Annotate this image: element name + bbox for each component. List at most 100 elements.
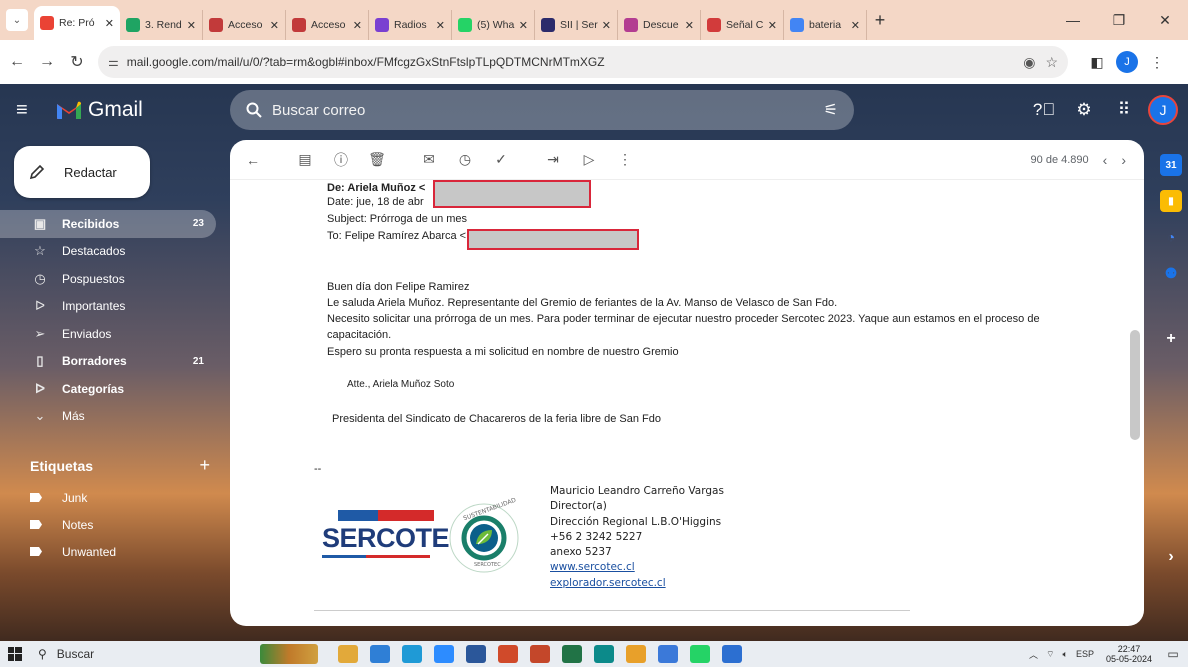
contacts-icon[interactable]: ⚉ bbox=[1160, 262, 1182, 284]
pdf-icon[interactable] bbox=[498, 645, 518, 663]
mark-unread-icon[interactable]: ✉ bbox=[416, 147, 442, 173]
add-task-icon[interactable]: ✓ bbox=[488, 147, 514, 173]
sidebar-item-más[interactable]: ⌄ Más bbox=[0, 403, 216, 431]
apps-grid-icon[interactable]: ⠿ bbox=[1104, 92, 1144, 128]
next-page-icon[interactable]: › bbox=[1121, 152, 1126, 168]
snooze-icon[interactable]: ◷ bbox=[452, 147, 478, 173]
site-info-icon[interactable]: ⚌ bbox=[108, 55, 119, 69]
store-icon[interactable] bbox=[370, 645, 390, 663]
clock[interactable]: 22:47 05-05-2024 bbox=[1106, 644, 1152, 664]
more-options-icon[interactable]: ⋮ bbox=[612, 147, 638, 173]
network-icon[interactable]: ⌔ bbox=[1046, 649, 1054, 660]
close-tab-icon[interactable]: ✕ bbox=[353, 19, 362, 32]
prev-page-icon[interactable]: ‹ bbox=[1103, 152, 1108, 168]
label-item-junk[interactable]: Junk bbox=[0, 484, 216, 511]
browser-menu-icon[interactable]: ⋮ bbox=[1142, 47, 1172, 77]
reload-button[interactable]: ↻ bbox=[64, 49, 90, 75]
photos-icon[interactable] bbox=[722, 645, 742, 663]
browser-tab[interactable]: Radios ✕ bbox=[369, 10, 452, 40]
sidebar-item-categorías[interactable]: ᐅ Categorías bbox=[0, 375, 216, 403]
sidebar-item-enviados[interactable]: ➢ Enviados bbox=[0, 320, 216, 348]
sidebar-item-importantes[interactable]: ᐅ Importantes bbox=[0, 293, 216, 321]
message-scrollbar[interactable] bbox=[1130, 330, 1140, 440]
new-tab-button[interactable]: + bbox=[867, 10, 893, 31]
close-tab-icon[interactable]: ✕ bbox=[768, 19, 777, 32]
close-tab-icon[interactable]: ✕ bbox=[602, 19, 611, 32]
tasks-icon[interactable]: ◔ bbox=[1160, 226, 1182, 248]
close-tab-icon[interactable]: ✕ bbox=[851, 19, 860, 32]
browser-tab[interactable]: Acceso ✕ bbox=[286, 10, 369, 40]
explorador-link[interactable]: explorador.sercotec.cl bbox=[550, 576, 724, 591]
edge-icon[interactable] bbox=[402, 645, 422, 663]
search-options-icon[interactable]: ⚟ bbox=[824, 100, 838, 120]
close-tab-icon[interactable]: ✕ bbox=[270, 19, 279, 32]
powerpoint-icon[interactable] bbox=[530, 645, 550, 663]
compose-button[interactable]: Redactar bbox=[14, 146, 150, 198]
search-icon[interactable] bbox=[246, 102, 262, 118]
whatsapp-icon[interactable] bbox=[690, 645, 710, 663]
browser-tab[interactable]: bateria ✕ bbox=[784, 10, 867, 40]
sidebar-item-pospuestos[interactable]: ◷ Pospuestos bbox=[0, 265, 216, 293]
add-addon-icon[interactable]: + bbox=[1160, 328, 1182, 350]
side-panel-icon[interactable]: ◧ bbox=[1082, 47, 1112, 77]
file-explorer-icon[interactable] bbox=[338, 645, 358, 663]
restore-button[interactable]: ❐ bbox=[1096, 0, 1142, 40]
browser-tab[interactable]: Descue ✕ bbox=[618, 10, 701, 40]
address-bar[interactable]: ⚌ mail.google.com/mail/u/0/?tab=rm&ogbl#… bbox=[98, 46, 1068, 78]
notifications-icon[interactable]: ▭ bbox=[1158, 647, 1188, 661]
browser-tab[interactable]: 3. Rend ✕ bbox=[120, 10, 203, 40]
label-item-notes[interactable]: Notes bbox=[0, 511, 216, 538]
close-window-button[interactable]: ✕ bbox=[1142, 0, 1188, 40]
search-mail-box[interactable]: Buscar correo ⚟ bbox=[230, 90, 854, 130]
chrome-alt-icon[interactable] bbox=[658, 645, 678, 663]
widgets-icon[interactable] bbox=[260, 644, 318, 664]
sidebar-item-borradores[interactable]: ▯ Borradores 21 bbox=[0, 348, 216, 376]
excel-icon[interactable] bbox=[562, 645, 582, 663]
delete-icon[interactable]: 🗑︎ bbox=[364, 147, 390, 173]
hide-icon[interactable]: ◉ bbox=[1023, 54, 1035, 71]
close-tab-icon[interactable]: ✕ bbox=[685, 19, 694, 32]
main-menu-icon[interactable]: ≡ bbox=[16, 99, 56, 122]
add-label-button[interactable]: + bbox=[199, 456, 210, 474]
browser-tab[interactable]: SII | Ser ✕ bbox=[535, 10, 618, 40]
close-tab-icon[interactable]: ✕ bbox=[187, 19, 196, 32]
label-icon[interactable]: ▷ bbox=[576, 147, 602, 173]
browser-tab[interactable]: (5) Wha ✕ bbox=[452, 10, 535, 40]
show-side-panel-icon[interactable]: › bbox=[1160, 546, 1182, 568]
report-spam-icon[interactable]: ⓘ bbox=[328, 147, 354, 173]
help-icon[interactable]: ?⃝ bbox=[1024, 92, 1064, 128]
browser-tab[interactable]: Señal C ✕ bbox=[701, 10, 784, 40]
move-to-icon[interactable]: ⇥ bbox=[540, 147, 566, 173]
profile-button[interactable]: J bbox=[1112, 47, 1142, 77]
taskbar-search[interactable]: ⚲ Buscar bbox=[30, 647, 180, 661]
keep-icon[interactable]: ▮ bbox=[1160, 190, 1182, 212]
chrome-icon[interactable] bbox=[626, 645, 646, 663]
sidebar-item-recibidos[interactable]: ▣ Recibidos 23 bbox=[0, 210, 216, 238]
word-icon[interactable] bbox=[466, 645, 486, 663]
volume-icon[interactable]: 🔈︎ bbox=[1063, 649, 1068, 660]
close-tab-icon[interactable]: ✕ bbox=[519, 19, 528, 32]
browser-tab[interactable]: Acceso ✕ bbox=[203, 10, 286, 40]
windows-start-icon[interactable] bbox=[0, 647, 30, 661]
bookmark-star-icon[interactable]: ☆ bbox=[1045, 54, 1058, 71]
browser-tab[interactable]: Re: Pró ✕ bbox=[34, 6, 120, 40]
sercotec-link[interactable]: www.sercotec.cl bbox=[550, 560, 724, 575]
edge-browser-icon[interactable] bbox=[594, 645, 614, 663]
close-tab-icon[interactable]: ✕ bbox=[436, 19, 445, 32]
forward-button[interactable]: → bbox=[34, 49, 60, 75]
settings-gear-icon[interactable]: ⚙ bbox=[1064, 92, 1104, 128]
archive-icon[interactable]: ▤ bbox=[292, 147, 318, 173]
gmail-logo[interactable]: Gmail bbox=[56, 98, 246, 122]
close-tab-icon[interactable]: ✕ bbox=[105, 17, 114, 30]
sidebar-item-destacados[interactable]: ☆ Destacados bbox=[0, 238, 216, 266]
back-to-inbox-icon[interactable]: ← bbox=[240, 147, 266, 173]
show-hidden-icons-icon[interactable]: ︿ bbox=[1029, 648, 1038, 661]
language-indicator[interactable]: ESP bbox=[1076, 649, 1094, 659]
label-item-unwanted[interactable]: Unwanted bbox=[0, 538, 216, 565]
back-button[interactable]: ← bbox=[4, 49, 30, 75]
tab-search-icon[interactable]: ⌄ bbox=[6, 9, 28, 31]
calendar-icon[interactable]: 31 bbox=[1160, 154, 1182, 176]
zoom-icon[interactable] bbox=[434, 645, 454, 663]
minimize-button[interactable]: — bbox=[1050, 0, 1096, 40]
account-avatar[interactable]: J bbox=[1148, 95, 1178, 125]
